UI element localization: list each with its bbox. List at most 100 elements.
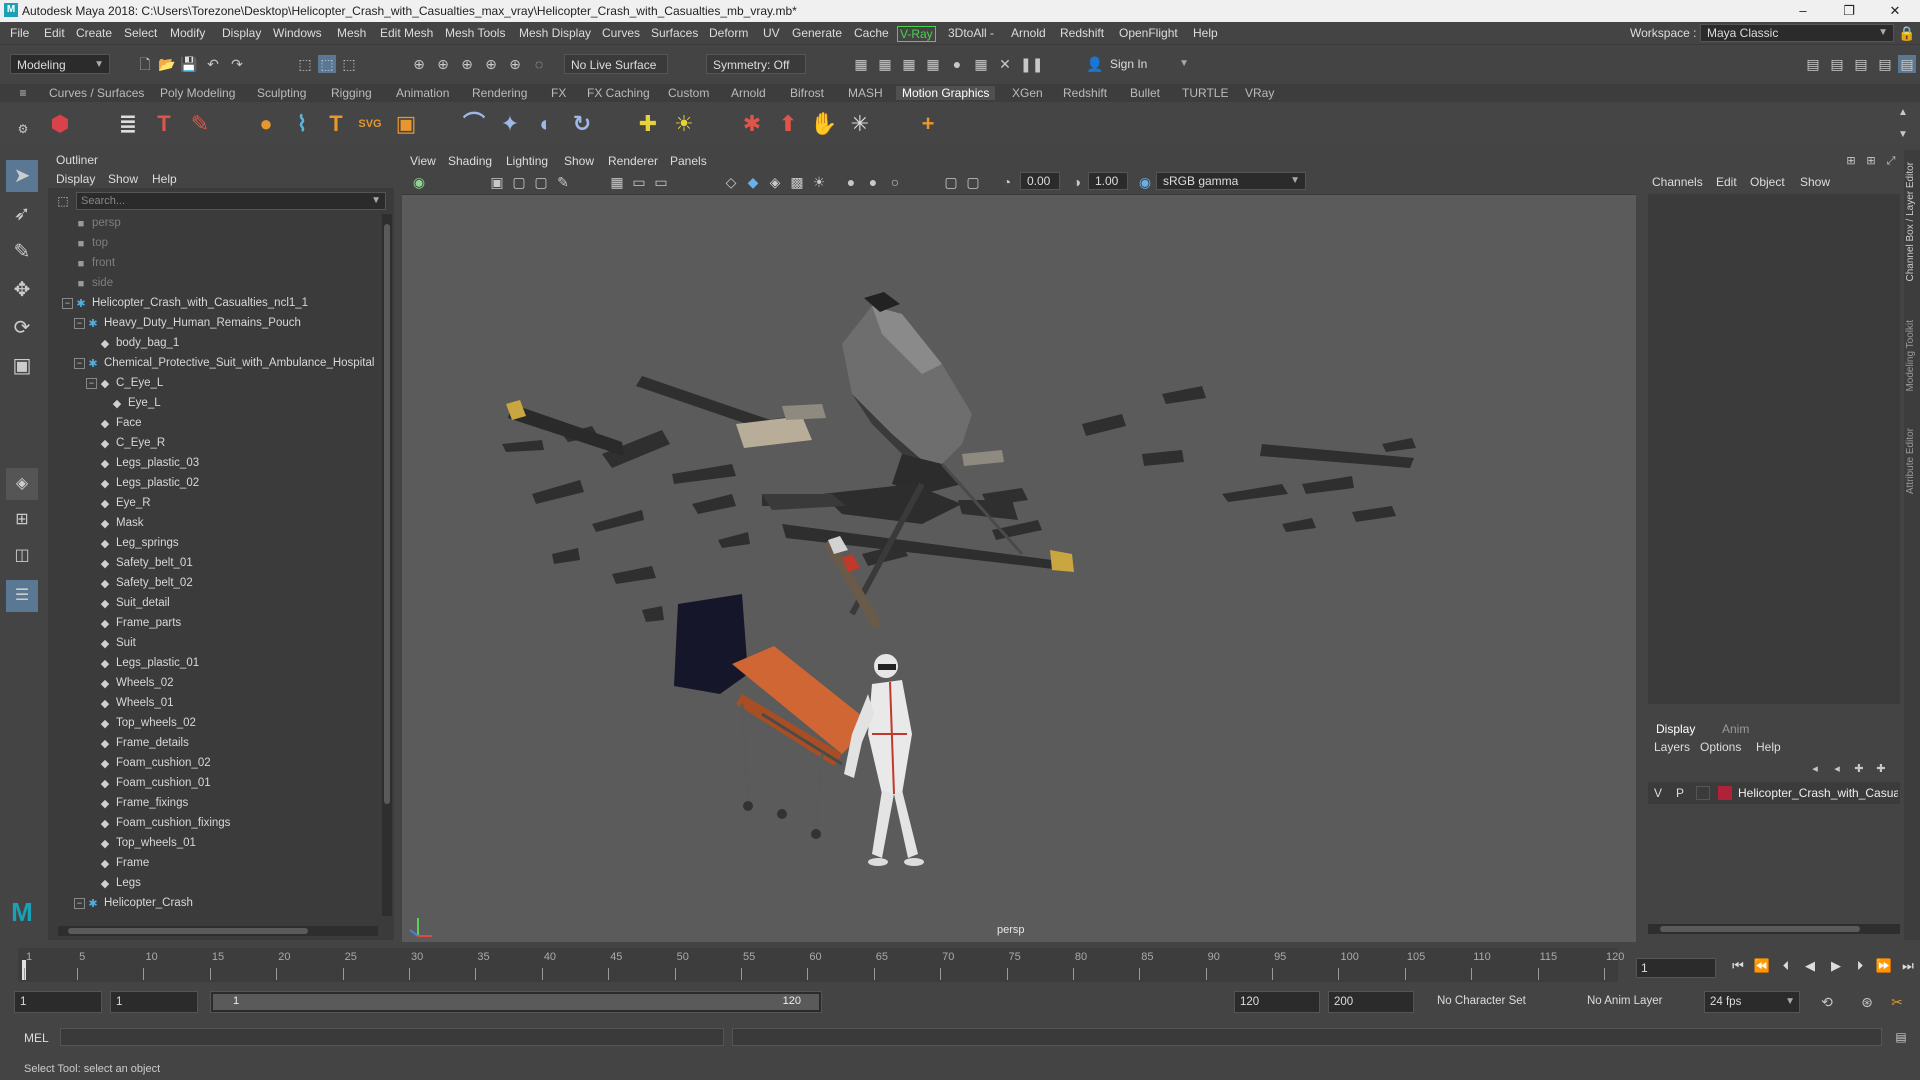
four-view-layout-icon[interactable]: ⊞	[6, 504, 38, 536]
expand-toggle-icon[interactable]: −	[62, 298, 73, 309]
outliner-item[interactable]: ◆ Leg_springs	[48, 534, 382, 554]
motion-blur-icon[interactable]: ○	[886, 173, 904, 191]
menu-redshift[interactable]: Redshift	[1060, 26, 1104, 40]
render-frame-icon[interactable]: ▦	[852, 55, 870, 73]
vray-render-icon[interactable]: ✕	[996, 55, 1014, 73]
outliner-horizontal-scroll-thumb[interactable]	[68, 928, 308, 934]
expand-toggle-icon[interactable]: −	[74, 358, 85, 369]
menu-select[interactable]: Select	[124, 26, 157, 40]
new-layer-selected-icon[interactable]: ✚	[1872, 760, 1890, 778]
outliner-item[interactable]: ■ persp	[48, 214, 382, 234]
live-surface-field[interactable]: No Live Surface	[564, 54, 668, 74]
polysphere-icon[interactable]: ●	[252, 110, 280, 138]
outliner-item[interactable]: − ✱ Helicopter_Crash	[48, 894, 382, 914]
shelf-tab-bullet[interactable]: Bullet	[1130, 86, 1160, 100]
viewport-menu-panels[interactable]: Panels	[670, 154, 707, 168]
channel-box-menu-show[interactable]: Show	[1800, 175, 1830, 189]
shelf-tab-vray[interactable]: VRay	[1245, 86, 1274, 100]
channel-box-menu-channels[interactable]: Channels	[1652, 175, 1703, 189]
current-frame-field[interactable]: 1	[1636, 958, 1716, 978]
move-layer-down-icon[interactable]: ◂	[1828, 760, 1846, 778]
layer-menu-options[interactable]: Options	[1700, 740, 1741, 754]
outliner-item[interactable]: ◆ Wheels_02	[48, 674, 382, 694]
outliner-item[interactable]: ◆ Legs_plastic_03	[48, 454, 382, 474]
outliner-item[interactable]: ◆ Legs	[48, 874, 382, 894]
select-object-icon[interactable]: ⬚	[318, 55, 336, 73]
toggle-channel-box-icon[interactable]: ⊞	[1842, 152, 1860, 170]
layer-menu-layers[interactable]: Layers	[1654, 740, 1690, 754]
menu-edit[interactable]: Edit	[44, 26, 65, 40]
viewport-menu-show[interactable]: Show	[564, 154, 594, 168]
outliner-search-input[interactable]: Search... ▼	[76, 192, 386, 210]
type-animate-icon[interactable]: ✎	[186, 110, 214, 138]
outliner-item[interactable]: ◆ Foam_cushion_02	[48, 754, 382, 774]
playback-start-field[interactable]: 1	[110, 991, 198, 1013]
menu-generate[interactable]: Generate	[792, 26, 842, 40]
step-back-frame-icon[interactable]: ⏴	[1776, 956, 1796, 976]
svg-tool-icon[interactable]: SVG	[356, 110, 384, 138]
toggle-attribute-editor-icon[interactable]: ⊞	[1862, 152, 1880, 170]
side-tab-channel-box[interactable]: Channel Box / Layer Editor	[1905, 162, 1916, 282]
auto-key-icon[interactable]: ⊛	[1858, 993, 1876, 1011]
viewport-menu-lighting[interactable]: Lighting	[506, 154, 548, 168]
menu-mesh-display[interactable]: Mesh Display	[519, 26, 591, 40]
shelf-tab-fx-caching[interactable]: FX Caching	[587, 86, 650, 100]
outliner-item[interactable]: − ✱ Helicopter_Crash_with_Casualties_ncl1_…	[48, 294, 382, 314]
layer-tab-anim[interactable]: Anim	[1722, 722, 1749, 736]
outliner-item[interactable]: ◆ Frame_fixings	[48, 794, 382, 814]
use-lights-icon[interactable]: ☀	[810, 173, 828, 191]
snap-surface-icon[interactable]: ⊕	[506, 55, 524, 73]
scroll-down-icon[interactable]: ▼	[1894, 126, 1912, 144]
smooth-shade-icon[interactable]: ◆	[744, 173, 762, 191]
channel-box-menu-edit[interactable]: Edit	[1716, 175, 1737, 189]
layer-horizontal-scroll-thumb[interactable]	[1660, 926, 1860, 932]
outliner-vertical-scrollbar[interactable]	[382, 214, 392, 916]
mash-paint-icon[interactable]: ✋	[810, 110, 838, 138]
shelf-tab-fx[interactable]: FX	[551, 86, 566, 100]
layer-menu-help[interactable]: Help	[1756, 740, 1781, 754]
tool-settings-icon[interactable]: ▤	[1852, 55, 1870, 73]
shelf-tab-rigging[interactable]: Rigging	[331, 86, 372, 100]
menu-openflight[interactable]: OpenFlight	[1119, 26, 1178, 40]
layer-visibility-toggle[interactable]: V	[1654, 786, 1662, 800]
viewport-menu-shading[interactable]: Shading	[448, 154, 492, 168]
step-forward-key-icon[interactable]: ⏩	[1874, 956, 1894, 976]
ambient-occlusion-icon[interactable]: ●	[864, 173, 882, 191]
menu-uv[interactable]: UV	[763, 26, 780, 40]
loop-playback-icon[interactable]: ⟲	[1818, 993, 1836, 1011]
workspace-dropdown[interactable]: Maya Classic ▼	[1700, 24, 1894, 42]
outliner-item[interactable]: ■ top	[48, 234, 382, 254]
expand-toggle-icon[interactable]: −	[74, 898, 85, 909]
symmetry-dropdown[interactable]: Symmetry: Off	[706, 54, 806, 74]
viewport-scene[interactable]: persp	[402, 194, 1636, 942]
outliner-item[interactable]: ◆ Frame_parts	[48, 614, 382, 634]
menu-windows[interactable]: Windows	[273, 26, 322, 40]
undo-icon[interactable]: ↶	[204, 55, 222, 73]
side-tab-modeling-toolkit[interactable]: Modeling Toolkit	[1905, 320, 1916, 392]
minimize-button[interactable]: –	[1780, 0, 1826, 22]
outliner-item[interactable]: ◆ Eye_L	[48, 394, 382, 414]
render-sequence-icon[interactable]: ▦	[876, 55, 894, 73]
outliner-item[interactable]: ◆ Face	[48, 414, 382, 434]
locator-light-icon[interactable]: ✚	[634, 110, 662, 138]
xray-icon[interactable]: ▢	[964, 173, 982, 191]
rotate-tool-icon[interactable]: ⟳	[6, 312, 38, 344]
anim-layer-dropdown[interactable]: No Anim Layer	[1582, 991, 1690, 1013]
hypershade-icon[interactable]: ●	[948, 55, 966, 73]
mash-outliner-icon[interactable]: ≣	[114, 110, 142, 138]
step-forward-frame-icon[interactable]: ⏵	[1850, 956, 1870, 976]
outliner-item[interactable]: ◆ Suit_detail	[48, 594, 382, 614]
view-transform-dropdown[interactable]: sRGB gamma ▼	[1156, 172, 1306, 190]
range-slider-bar[interactable]: 1 120	[213, 994, 819, 1010]
channel-box-icon[interactable]: ▤	[1876, 55, 1894, 73]
outliner-item[interactable]: ◆ C_Eye_R	[48, 434, 382, 454]
outliner-vertical-scroll-thumb[interactable]	[384, 224, 390, 804]
exposure-field[interactable]: 0.00	[1020, 172, 1060, 190]
outliner-item[interactable]: ◆ Legs_plastic_02	[48, 474, 382, 494]
mash-dynamics-icon[interactable]: ✱	[738, 110, 766, 138]
go-to-start-icon[interactable]: ⏮	[1728, 956, 1748, 976]
shadows-icon[interactable]: ●	[842, 173, 860, 191]
deformer-icon[interactable]: ⌒	[460, 110, 488, 138]
menu-vray[interactable]: V-Ray	[897, 26, 936, 42]
outliner-menu-display[interactable]: Display	[56, 172, 95, 186]
